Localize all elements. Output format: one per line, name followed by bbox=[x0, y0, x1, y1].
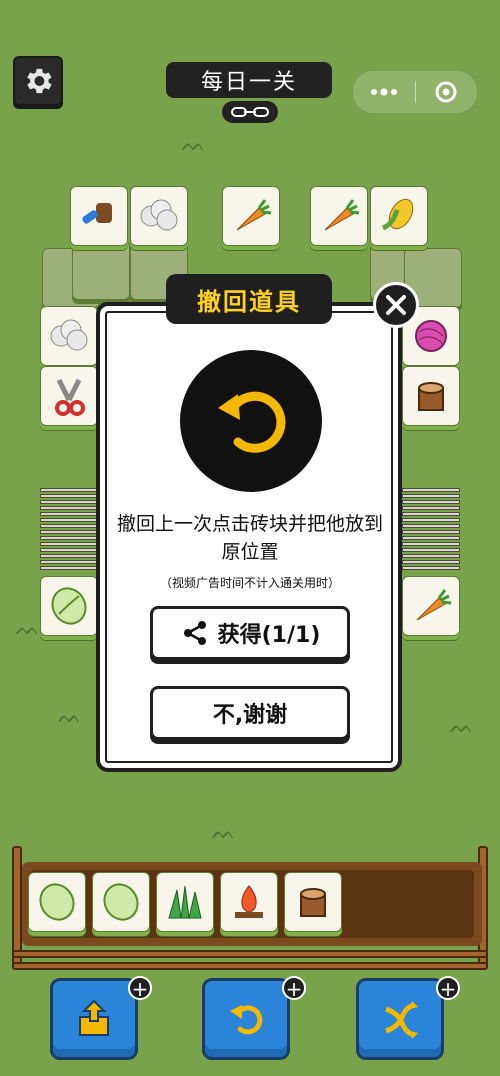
shuffle-tool-button[interactable] bbox=[356, 978, 444, 1060]
corn-icon bbox=[381, 198, 414, 231]
cabbage-icon bbox=[39, 883, 75, 921]
carrot-icon bbox=[416, 589, 452, 621]
grass-decoration: ᨓ bbox=[450, 714, 474, 738]
grass-decoration: ᨓ bbox=[212, 820, 236, 844]
tile-stack-edge bbox=[402, 500, 460, 504]
tile-stack-edge bbox=[402, 512, 460, 516]
undo-tool-button[interactable] bbox=[202, 978, 290, 1060]
tile-stack-edge bbox=[402, 488, 460, 492]
shuffle-icon bbox=[385, 1001, 418, 1039]
tray-tile-campfire bbox=[220, 872, 278, 932]
brush-icon bbox=[82, 203, 112, 224]
tile-stack-edge bbox=[40, 536, 98, 540]
tile-stack-edge bbox=[402, 560, 460, 564]
tray-tile-grass bbox=[156, 872, 214, 932]
fence-rail bbox=[12, 950, 488, 958]
wool-icon bbox=[140, 199, 178, 231]
tile-stack-edge bbox=[402, 554, 460, 558]
tile-stack-edge bbox=[402, 542, 460, 546]
tile-stack-edge bbox=[40, 554, 98, 558]
dialog-title: 撤回道具 bbox=[166, 274, 332, 324]
tile-carrot[interactable] bbox=[310, 186, 368, 246]
tile-cabbage[interactable] bbox=[40, 576, 98, 636]
scissors-icon bbox=[55, 378, 85, 416]
miniprogram-capsule bbox=[352, 70, 478, 114]
wool-icon bbox=[50, 319, 88, 351]
get-button-label: 获得(1/1) bbox=[217, 623, 321, 648]
campfire-icon bbox=[235, 885, 263, 918]
level-title: 每日一关 bbox=[166, 62, 332, 98]
tile-stack-edge bbox=[402, 566, 460, 570]
tile-stack-edge bbox=[402, 524, 460, 528]
yarn-icon bbox=[415, 320, 447, 352]
tile-carrot[interactable] bbox=[402, 576, 460, 636]
decline-button[interactable]: 不,谢谢 bbox=[150, 686, 350, 740]
more-button[interactable] bbox=[353, 71, 415, 113]
tile-stack-edge bbox=[40, 566, 98, 570]
tile-scissors[interactable] bbox=[40, 366, 98, 426]
grass-decoration: ᨓ bbox=[182, 132, 206, 156]
tile-stack-edge bbox=[402, 518, 460, 522]
gear-icon bbox=[27, 68, 52, 94]
undo-icon bbox=[230, 1005, 263, 1035]
tile-stack-edge bbox=[40, 530, 98, 534]
tile-stack-edge bbox=[40, 524, 98, 528]
undo-illustration bbox=[180, 350, 322, 492]
tile-corn[interactable] bbox=[370, 186, 428, 246]
tile-brush[interactable] bbox=[70, 186, 128, 246]
tile-wool[interactable] bbox=[40, 306, 98, 366]
tile-stack-edge bbox=[402, 548, 460, 552]
undo-arrow-icon bbox=[218, 391, 286, 453]
close-button[interactable] bbox=[373, 282, 419, 328]
exit-button[interactable] bbox=[416, 71, 478, 113]
chain-link-decoration bbox=[222, 101, 278, 123]
tile-stack-edge bbox=[40, 542, 98, 546]
carrot-icon bbox=[324, 199, 360, 231]
tile-stack-edge bbox=[40, 548, 98, 552]
cabbage-icon bbox=[51, 587, 87, 625]
cabbage-icon bbox=[103, 883, 139, 921]
stump-icon bbox=[300, 888, 326, 917]
tile-stack-edge bbox=[40, 494, 98, 498]
tile-stack-edge bbox=[40, 518, 98, 522]
get-by-share-button[interactable]: 获得(1/1) bbox=[150, 606, 350, 660]
tile-stack-edge bbox=[402, 530, 460, 534]
tray-tile-stump bbox=[284, 872, 342, 932]
tile-stack-edge bbox=[402, 506, 460, 510]
close-icon bbox=[386, 295, 406, 315]
add-shuffle-badge[interactable]: + bbox=[436, 976, 460, 1000]
move-out-tool-button[interactable] bbox=[50, 978, 138, 1060]
target-circle-icon bbox=[435, 81, 457, 103]
tray-tile-cabbage bbox=[92, 872, 150, 932]
ad-time-note: （视频广告时间不计入通关用时） bbox=[159, 576, 340, 590]
tile-stack-edge bbox=[40, 506, 98, 510]
more-dots-icon bbox=[370, 88, 397, 96]
add-move-out-badge[interactable]: + bbox=[128, 976, 152, 1000]
decline-button-label: 不,谢谢 bbox=[212, 703, 288, 728]
stump-icon bbox=[418, 382, 444, 411]
tile-stack-edge bbox=[40, 560, 98, 564]
tile-stack-edge bbox=[40, 512, 98, 516]
settings-button[interactable] bbox=[13, 56, 63, 106]
tile-carrot[interactable] bbox=[222, 186, 280, 246]
dialog-description: 撤回上一次点击砖块并把他放到原位置 bbox=[116, 513, 383, 563]
fence-rail bbox=[12, 962, 488, 970]
tile-stack-edge bbox=[40, 500, 98, 504]
tile-cart bbox=[72, 240, 130, 300]
grass-decoration: ᨓ bbox=[58, 704, 82, 728]
tile-stack-edge bbox=[402, 494, 460, 498]
tray-tile-cabbage bbox=[28, 872, 86, 932]
tile-stack-edge bbox=[40, 488, 98, 492]
share-icon bbox=[183, 621, 206, 645]
add-undo-badge[interactable]: + bbox=[282, 976, 306, 1000]
carrot-icon bbox=[236, 199, 272, 231]
tile-stack-edge bbox=[402, 536, 460, 540]
box-arrow-icon bbox=[79, 999, 109, 1036]
tile-stump[interactable] bbox=[402, 366, 460, 426]
grass-icon bbox=[168, 885, 202, 919]
grass-decoration: ᨓ bbox=[16, 616, 40, 640]
tile-wool[interactable] bbox=[130, 186, 188, 246]
